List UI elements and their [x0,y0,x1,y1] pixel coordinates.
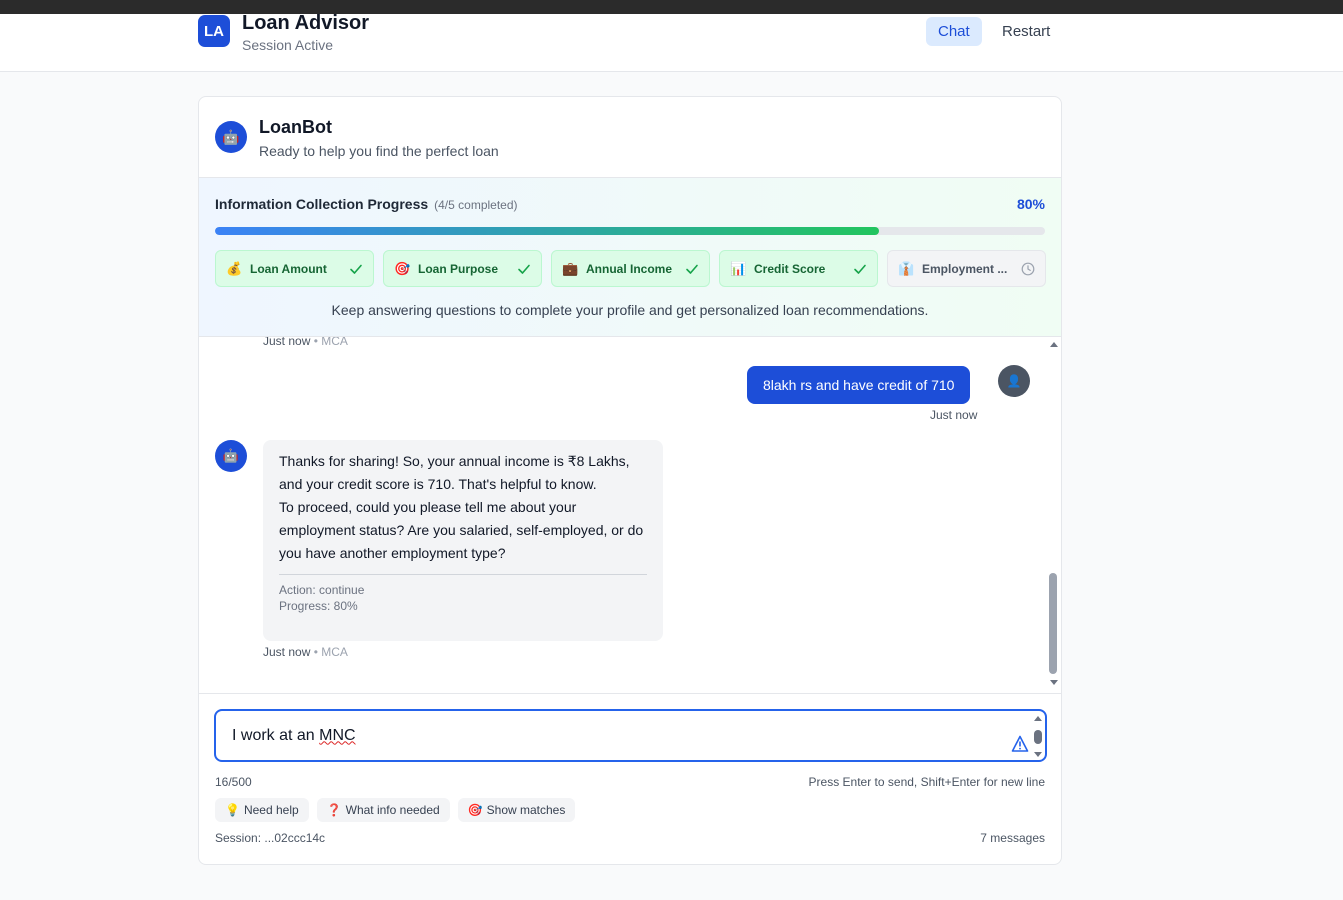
progress-step-chip: 📊 Credit Score [719,250,878,287]
char-count: 16/500 [215,775,252,789]
check-icon [854,264,866,274]
message-time: Just now [263,645,311,659]
quick-actions: 💡 Need help ❓ What info needed 🎯 Show matches [215,798,576,822]
browser-top-strip [0,0,1343,14]
check-icon [350,264,362,274]
progress-bar [215,227,1045,235]
nav-restart-button[interactable]: Restart [990,17,1062,46]
message-count: 7 messages [980,831,1045,845]
message-list-scrollbar[interactable] [1047,337,1061,693]
progress-step-emoji-icon: 💰 [226,260,243,276]
progress-step-chip: 💰 Loan Amount [215,250,374,287]
message-input-flagged-word: MNC [319,726,356,744]
progress-panel: Information Collection Progress (4/5 comp… [199,178,1061,337]
quick-action-button[interactable]: 🎯 Show matches [457,798,576,822]
quick-action-emoji-icon: 🎯 [467,803,483,817]
send-hint: Press Enter to send, Shift+Enter for new… [808,775,1045,789]
message-model: MCA [321,337,348,348]
quick-action-label: Show matches [486,803,566,817]
meta-separator: • [310,337,322,348]
message-meta: Just now • MCA [263,337,348,348]
scroll-up-arrow-icon[interactable] [1050,342,1058,347]
progress-step-label: Credit Score [754,261,826,276]
progress-step-chip: 🎯 Loan Purpose [383,250,542,287]
progress-hint: Keep answering questions to complete you… [331,302,929,318]
message-time: Just now [263,337,311,348]
progress-steps: 💰 Loan Amount 🎯 Loan Purpose 💼 Annual Income 📊… [215,250,1046,287]
quick-action-button[interactable]: 💡 Need help [215,798,309,822]
send-icon[interactable] [1011,735,1029,753]
user-icon: 👤 [998,365,1030,397]
progress-step-label: Loan Amount [250,261,327,276]
check-icon [686,264,698,274]
session-id: Session: ...02ccc14c [215,831,326,845]
app-logo: LA [198,15,230,47]
app-title: Loan Advisor [242,12,370,34]
progress-bar-fill [215,227,879,235]
check-icon [518,264,530,274]
message-model: MCA [321,645,348,659]
user-message-time: Just now [930,408,978,422]
quick-action-emoji-icon: ❓ [326,803,342,817]
input-scrollbar[interactable] [1033,716,1043,759]
message-input[interactable]: I work at an MNC [214,709,1047,762]
input-scrollbar-thumb[interactable] [1034,730,1042,744]
bot-tagline: Ready to help you find the perfect loan [259,143,499,159]
meta-separator: • [310,645,322,659]
progress-step-emoji-icon: 📊 [730,260,747,276]
progress-step-label: Employment ... [922,261,1008,276]
progress-percent: 80% [1016,196,1045,212]
quick-action-label: Need help [243,803,299,817]
progress-step-label: Loan Purpose [418,261,499,276]
progress-step-emoji-icon: 👔 [898,260,915,276]
clock-icon [1021,262,1035,276]
progress-step-label: Annual Income [586,261,673,276]
input-scroll-up-arrow-icon[interactable] [1034,716,1042,721]
quick-action-label: What info needed [345,803,440,817]
composer: I work at an MNC 16/500 Press Enter to s… [199,693,1061,864]
bot-header: 🤖 LoanBot Ready to help you find the per… [199,97,1061,178]
app-header: LA Loan Advisor Session Active Chat Rest… [0,12,1343,72]
bot-message-progress: Progress: 80% [279,599,358,613]
message-list[interactable]: Just now • MCA 8lakh rs and have credit … [199,337,1061,693]
bot-name: LoanBot [259,117,332,137]
scroll-down-arrow-icon[interactable] [1050,680,1058,685]
bot-message-action: Action: continue [279,583,365,597]
quick-action-button[interactable]: ❓ What info needed [316,798,450,822]
nav-chat-button[interactable]: Chat [926,17,982,46]
scrollbar-thumb[interactable] [1049,573,1057,674]
progress-title: Information Collection Progress (4/5 comp… [215,196,518,212]
quick-action-emoji-icon: 💡 [225,803,240,817]
progress-step-chip: 💼 Annual Income [551,250,710,287]
progress-step-emoji-icon: 🎯 [394,260,411,276]
bot-message-bubble: Thanks for sharing! So, your annual inco… [263,440,663,641]
bot-message-divider [279,574,647,575]
user-message-bubble: 8lakh rs and have credit of 710 [747,366,971,404]
message-input-text: I work at an [232,726,320,744]
robot-icon: 🤖 [215,440,247,472]
progress-step-chip: 👔 Employment ... [887,250,1046,287]
progress-step-emoji-icon: 💼 [562,260,579,276]
progress-title-text: Information Collection Progress [215,196,429,212]
message-meta: Just now • MCA [263,645,348,659]
progress-count: (4/5 completed) [434,198,518,212]
chat-card: 🤖 LoanBot Ready to help you find the per… [198,96,1062,865]
session-status: Session Active [242,37,334,53]
robot-icon: 🤖 [215,121,247,153]
bot-message-text: Thanks for sharing! So, your annual inco… [279,453,644,561]
input-scroll-down-arrow-icon[interactable] [1034,752,1042,757]
